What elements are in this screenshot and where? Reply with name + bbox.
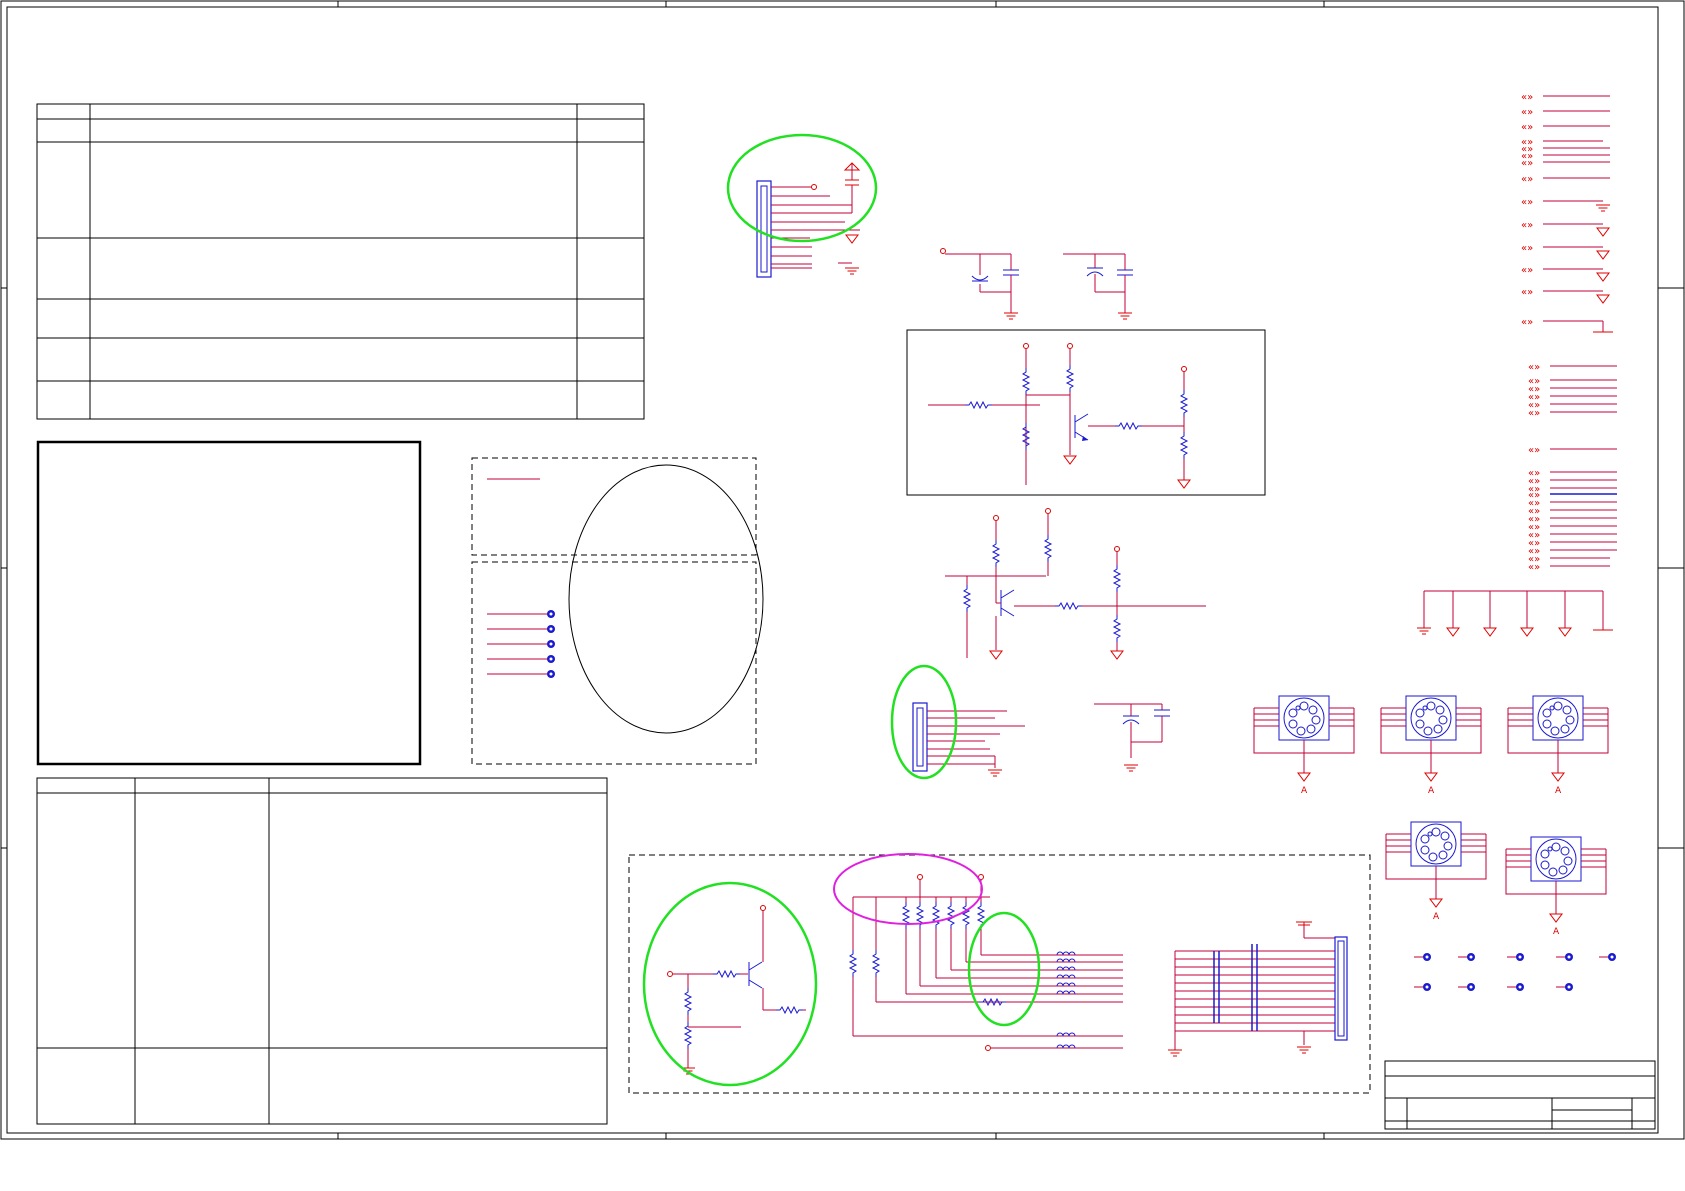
dashed-boxes-mark [568,464,764,734]
tube-sockets [1253,695,1609,938]
dashed-block-bottom-circuit [628,854,1371,1094]
net-ports-right [1521,92,1617,573]
dashed-block-top [471,457,757,556]
decoupling-caps-middle [1094,703,1170,772]
test-pins-right [1414,953,1616,991]
ferrite-filters [853,951,1123,1051]
transistor-block-middle [945,508,1206,660]
transistor-mark [642,881,818,1087]
sheet-frame [0,0,1685,1140]
connector-middle [912,702,1025,777]
transistor-block-boxed [906,329,1266,496]
connector-top [756,162,861,278]
ground-bus [1416,590,1613,637]
title-block [1384,1060,1656,1130]
bom-table [36,777,608,1125]
dashed-block-bottom [471,561,757,765]
mid-connector-mark [890,664,958,780]
notes-box [36,440,422,766]
test-pins-left [487,610,555,678]
decoupling-caps-top [940,248,1133,320]
schematic-sheet: «» A [0,0,1685,1140]
pullup-resistors-mark [833,853,983,925]
revision-table [36,103,645,420]
output-connector [1167,921,1348,1057]
left-connector-mark [726,133,878,243]
filter-mark [967,911,1041,1027]
